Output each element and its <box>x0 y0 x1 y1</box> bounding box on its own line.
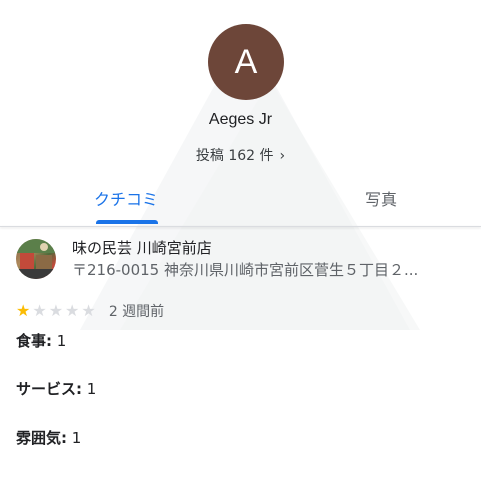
detail-food: 食事: 1 <box>16 330 66 351</box>
review-place[interactable]: 味の民芸 川崎宮前店 〒216-0015 神奈川県川崎市宮前区菅生５丁目２... <box>16 237 476 281</box>
detail-value: 1 <box>56 332 67 350</box>
profile-tabs: クチコミ 写真 <box>0 172 481 226</box>
place-thumbnail <box>16 239 56 279</box>
star-filled-icon: ★ <box>16 301 31 320</box>
tab-active-indicator <box>96 220 158 224</box>
place-photo-icon <box>16 239 56 279</box>
rating-row: ★ ★ ★ ★ ★ 2 週間前 <box>16 301 164 323</box>
post-count-label: 投稿 162 件 <box>195 148 274 164</box>
detail-value: 1 <box>71 429 82 447</box>
review-time: 2 週間前 <box>108 304 165 320</box>
detail-service: サービス: 1 <box>16 378 96 399</box>
detail-label: 雰囲気: <box>16 429 67 447</box>
detail-atmosphere: 雰囲気: 1 <box>16 427 81 448</box>
tab-divider <box>0 226 481 227</box>
detail-label: 食事: <box>16 332 52 350</box>
avatar[interactable]: A <box>208 24 284 100</box>
star-empty-icon: ★ <box>32 301 47 320</box>
star-empty-icon: ★ <box>81 301 96 320</box>
tab-reviews[interactable]: クチコミ <box>46 186 206 210</box>
user-name[interactable]: Aeges Jr <box>0 111 481 129</box>
star-empty-icon: ★ <box>65 301 80 320</box>
tab-photos[interactable]: 写真 <box>301 186 461 210</box>
post-count-link[interactable]: 投稿 162 件 › <box>0 145 481 165</box>
chevron-right-icon: › <box>279 148 286 164</box>
place-address: 〒216-0015 神奈川県川崎市宮前区菅生５丁目２... <box>72 261 419 279</box>
detail-value: 1 <box>86 380 97 398</box>
detail-label: サービス: <box>16 380 82 398</box>
place-name: 味の民芸 川崎宮前店 <box>72 239 212 257</box>
star-empty-icon: ★ <box>48 301 64 320</box>
